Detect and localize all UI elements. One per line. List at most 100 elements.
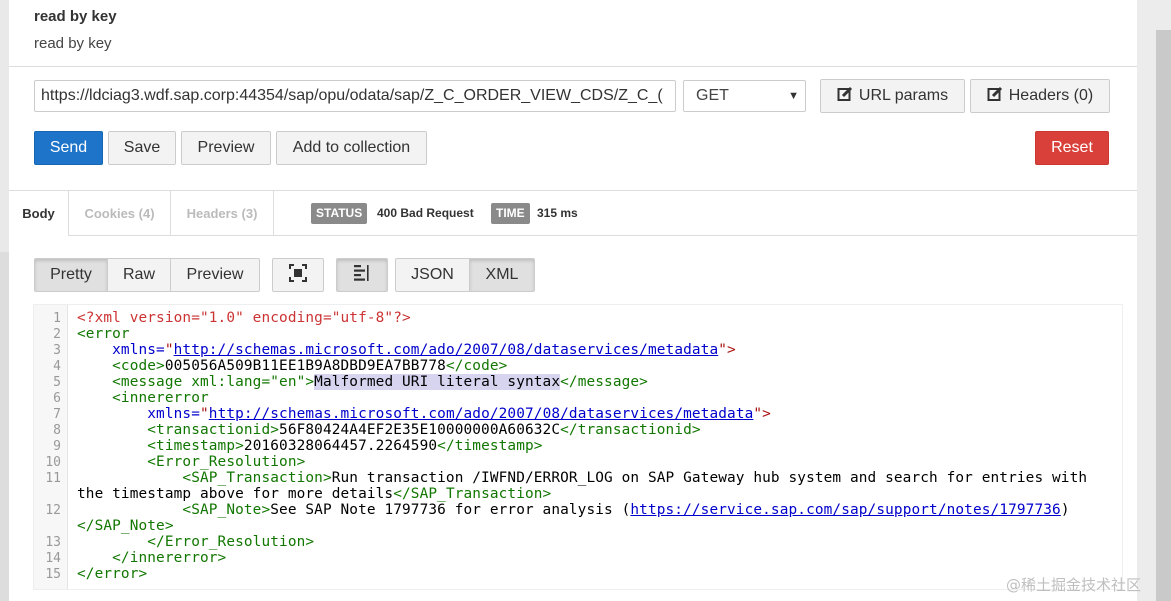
line-number: 9 xyxy=(53,439,61,454)
code-line-14: </innererror> xyxy=(77,550,226,566)
xml-text: See SAP Note 1797736 for error analysis … xyxy=(270,502,631,518)
edit-icon xyxy=(987,86,1002,101)
xml-tag: <code> xyxy=(77,358,165,374)
request-title: read by key xyxy=(34,8,117,25)
code-line-8: <transactionid>56F80424A4EF2E35E10000000… xyxy=(77,422,701,438)
code-line-7: xmlns="http://schemas.microsoft.com/ado/… xyxy=(77,406,771,422)
code-line-12-wrap: </SAP_Note> xyxy=(77,518,174,534)
xml-text: the timestamp above for more details xyxy=(77,486,394,502)
line-number: 2 xyxy=(53,327,61,342)
wrap-lines-button[interactable] xyxy=(336,258,388,292)
wrap-lines-icon xyxy=(354,265,369,281)
line-number: 5 xyxy=(53,375,61,390)
line-number: 13 xyxy=(45,535,61,550)
xml-text: 56F80424A4EF2E35E10000000A60632C xyxy=(279,422,561,438)
xml-attr: xmlns= xyxy=(77,342,165,358)
expand-icon xyxy=(289,264,307,282)
tab-cookies[interactable]: Cookies (4) xyxy=(69,191,170,236)
code-line-13: </Error_Resolution> xyxy=(77,534,314,550)
line-number-gutter: 1 2 3 4 5 6 7 8 9 10 11 12 13 14 15 xyxy=(34,305,68,589)
code-line-4: <code>005056A509B11EE1B9A8DBD9EA7BB778</… xyxy=(77,358,507,374)
line-number: 1 xyxy=(53,311,61,326)
code-line-2: <error xyxy=(77,326,130,342)
headers-button[interactable]: Headers (0) xyxy=(970,79,1110,113)
format-xml-button[interactable]: XML xyxy=(469,258,535,292)
code-line-5: <message xml:lang="en">Malformed URI lit… xyxy=(77,374,648,390)
xml-tag: <error xyxy=(77,326,130,342)
code-line-10: <Error_Resolution> xyxy=(77,454,305,470)
tab-headers[interactable]: Headers (3) xyxy=(171,191,273,236)
xml-tag: </SAP_Transaction> xyxy=(393,486,552,502)
url-input[interactable]: https://ldciag3.wdf.sap.corp:44354/sap/o… xyxy=(34,80,676,112)
line-number: 12 xyxy=(45,503,61,518)
xml-text-highlighted: Malformed URI literal syntax xyxy=(314,374,561,390)
xml-tag: </code> xyxy=(445,358,508,374)
namespace-link[interactable]: http://schemas.microsoft.com/ado/2007/08… xyxy=(174,342,719,358)
line-number: 14 xyxy=(45,551,61,566)
xml-tag: </message> xyxy=(560,374,648,390)
headers-label: Headers (0) xyxy=(1008,87,1094,104)
xml-quote: "> xyxy=(753,406,771,422)
status-value: 400 Bad Request xyxy=(377,206,474,220)
scrollbar-thumb[interactable] xyxy=(1156,30,1171,601)
caret-down-icon: ▼ xyxy=(788,90,799,102)
status-badge: STATUS xyxy=(311,203,368,224)
code-line-3: xmlns="http://schemas.microsoft.com/ado/… xyxy=(77,342,736,358)
xml-tag: <message xml:lang="en"> xyxy=(77,374,315,390)
xml-tag: </innererror> xyxy=(77,550,227,566)
xml-text: Run transaction /IWFND/ERROR_LOG on SAP … xyxy=(331,470,1088,486)
code-line-9: <timestamp>20160328064457.2264590</times… xyxy=(77,438,543,454)
line-number: 10 xyxy=(45,455,61,470)
add-to-collection-button[interactable]: Add to collection xyxy=(276,131,427,165)
xml-tag: <timestamp> xyxy=(77,438,244,454)
xml-attr: xmlns= xyxy=(77,406,200,422)
line-number: 6 xyxy=(53,391,61,406)
reset-button[interactable]: Reset xyxy=(1035,131,1109,165)
format-json-button[interactable]: JSON xyxy=(395,258,470,292)
namespace-link[interactable]: http://schemas.microsoft.com/ado/2007/08… xyxy=(209,406,754,422)
save-button[interactable]: Save xyxy=(108,131,176,165)
xml-text: 005056A509B11EE1B9A8DBD9EA7BB778 xyxy=(164,358,446,374)
code-line-11-wrap: the timestamp above for more details</SA… xyxy=(77,486,551,502)
fullscreen-button[interactable] xyxy=(272,258,324,292)
line-number: 11 xyxy=(45,471,61,486)
xml-quote: "> xyxy=(718,342,736,358)
time-badge: TIME xyxy=(491,203,530,224)
line-number: 4 xyxy=(53,359,61,374)
code-line-11: <SAP_Transaction>Run transaction /IWFND/… xyxy=(77,470,1087,486)
xml-tag: </transactionid> xyxy=(560,422,701,438)
tab-divider xyxy=(273,191,274,236)
send-button[interactable]: Send xyxy=(34,131,103,165)
tab-bar-border xyxy=(68,235,1137,236)
request-description: read by key xyxy=(34,35,112,52)
response-code-viewer[interactable]: 1 2 3 4 5 6 7 8 9 10 11 12 13 14 15 <?xm… xyxy=(33,304,1123,590)
line-number: 8 xyxy=(53,423,61,438)
xml-tag: </SAP_Note> xyxy=(77,518,174,534)
view-preview-button[interactable]: Preview xyxy=(170,258,260,292)
edit-icon xyxy=(837,86,852,101)
code-line-15: </error> xyxy=(77,566,147,582)
xml-declaration: <?xml version="1.0" encoding="utf-8"?> xyxy=(77,310,411,326)
xml-tag: <Error_Resolution> xyxy=(77,454,306,470)
divider xyxy=(9,66,1137,67)
method-value: GET xyxy=(696,87,729,104)
code-line-12: <SAP_Note>See SAP Note 1797736 for error… xyxy=(77,502,1070,518)
view-raw-button[interactable]: Raw xyxy=(107,258,171,292)
xml-tag: </timestamp> xyxy=(437,438,543,454)
xml-tag: <SAP_Transaction> xyxy=(77,470,332,486)
view-pretty-button[interactable]: Pretty xyxy=(34,258,108,292)
xml-tag: <innererror xyxy=(77,390,209,406)
xml-text: 20160328064457.2264590 xyxy=(243,438,438,454)
sap-note-link[interactable]: https://service.sap.com/sap/support/note… xyxy=(630,502,1060,518)
url-params-button[interactable]: URL params xyxy=(820,79,965,113)
xml-text: ) xyxy=(1060,502,1070,518)
preview-button[interactable]: Preview xyxy=(181,131,271,165)
watermark: @稀土掘金技术社区 xyxy=(1006,576,1142,594)
xml-quote: " xyxy=(164,342,174,358)
method-select[interactable]: GET ▼ xyxy=(683,80,806,112)
tab-body[interactable]: Body xyxy=(9,191,68,236)
xml-tag: </error> xyxy=(77,566,148,582)
line-number: 15 xyxy=(45,567,61,582)
xml-tag: </Error_Resolution> xyxy=(77,534,315,550)
code-line-6: <innererror xyxy=(77,390,209,406)
